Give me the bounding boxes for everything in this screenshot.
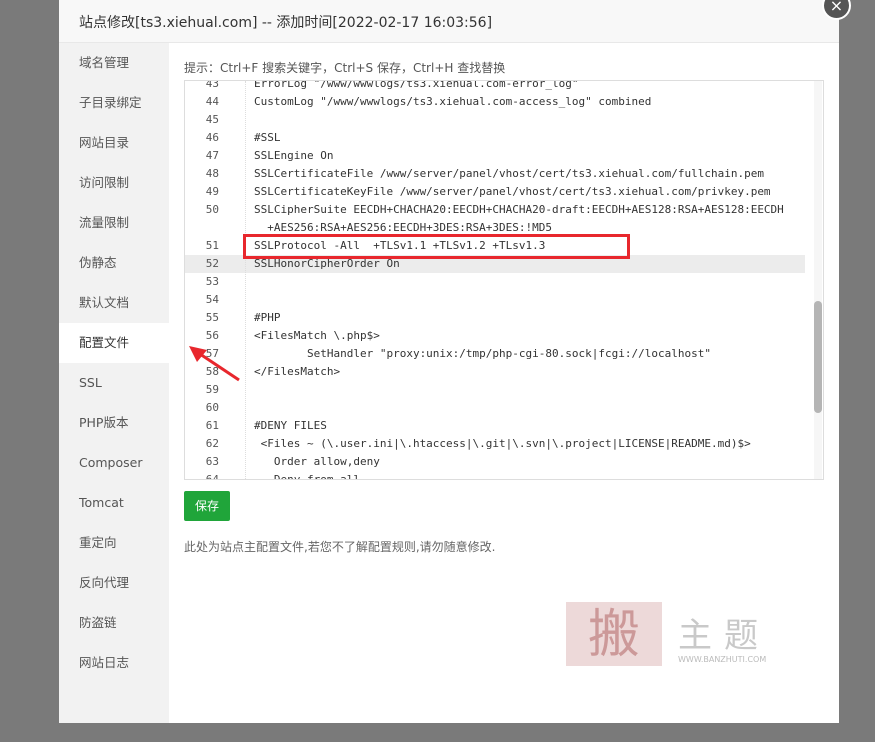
- code-text: SSLCertificateFile /www/server/panel/vho…: [254, 167, 764, 180]
- code-text: </FilesMatch>: [254, 365, 341, 378]
- line-number: 53: [205, 275, 219, 288]
- code-text: #SSL: [254, 131, 281, 144]
- modal-header: 站点修改[ts3.xiehual.com] -- 添加时间[2022-02-17…: [59, 0, 839, 43]
- code-text: SSLCertificateKeyFile /www/server/panel/…: [254, 185, 771, 198]
- editor-scrollbar-thumb[interactable]: [814, 301, 822, 413]
- line-number: 54: [205, 293, 219, 306]
- code-line[interactable]: 53: [185, 273, 805, 291]
- config-code-editor[interactable]: 64 Deny from all 63 Order allow,deny 62 <F…: [184, 80, 824, 480]
- code-line[interactable]: 45: [185, 111, 805, 129]
- sidebar-item[interactable]: 网站日志: [59, 643, 169, 683]
- line-number: 51: [205, 239, 219, 252]
- line-number: 55: [205, 311, 219, 324]
- line-number: 49: [205, 185, 219, 198]
- editor-scrollbar[interactable]: [814, 81, 822, 479]
- line-number: 47: [205, 149, 219, 162]
- sidebar-item[interactable]: 伪静态: [59, 243, 169, 283]
- code-line[interactable]: 54: [185, 291, 805, 309]
- code-line[interactable]: 56 <FilesMatch \.php$>: [185, 327, 805, 345]
- sidebar-item[interactable]: 流量限制: [59, 203, 169, 243]
- code-line[interactable]: 50 SSLCipherSuite EECDH+CHACHA20:EECDH+CH…: [185, 201, 805, 219]
- code-line[interactable]: 62 <Files ~ (\.user.ini|\.htaccess|\.git…: [185, 435, 805, 453]
- sidebar-item[interactable]: 子目录绑定: [59, 83, 169, 123]
- code-line[interactable]: 49 SSLCertificateKeyFile /www/server/pane…: [185, 183, 805, 201]
- line-number: 46: [205, 131, 219, 144]
- line-number: 61: [205, 419, 219, 432]
- site-edit-modal: 站点修改[ts3.xiehual.com] -- 添加时间[2022-02-17…: [59, 0, 839, 723]
- sidebar-item[interactable]: 配置文件: [59, 323, 169, 363]
- sidebar-item[interactable]: 反向代理: [59, 563, 169, 603]
- line-number: 48: [205, 167, 219, 180]
- code-line[interactable]: 55 #PHP: [185, 309, 805, 327]
- sidebar: 域名管理 子目录绑定 网站目录 访问限制 流量限制 伪静态 默认文档 配置文件 SSL PHP版本…: [59, 43, 169, 723]
- sidebar-item[interactable]: 重定向: [59, 523, 169, 563]
- code-line[interactable]: 61 #DENY FILES: [185, 417, 805, 435]
- code-text: #PHP: [254, 311, 281, 324]
- watermark-logo: 搬 主题 WWW.BANZHUTI.COM: [564, 600, 804, 670]
- code-line[interactable]: 57 SetHandler "proxy:unix:/tmp/php-cgi-8…: [185, 345, 805, 363]
- svg-text:搬: 搬: [588, 605, 640, 665]
- sidebar-item[interactable]: SSL: [59, 363, 169, 403]
- line-number: 64: [205, 473, 219, 480]
- editor-hint: 提示：Ctrl+F 搜索关键字，Ctrl+S 保存，Ctrl+H 查找替换: [184, 61, 506, 75]
- watermark-url: WWW.BANZHUTI.COM: [678, 655, 767, 664]
- line-number: 62: [205, 437, 219, 450]
- line-number: 44: [205, 95, 219, 108]
- code-line[interactable]: 63 Order allow,deny: [185, 453, 805, 471]
- line-number: 45: [205, 113, 219, 126]
- code-text: SetHandler "proxy:unix:/tmp/php-cgi-80.s…: [254, 347, 711, 360]
- code-line[interactable]: 64 Deny from all: [185, 471, 805, 480]
- config-warning-note: 此处为站点主配置文件,若您不了解配置规则,请勿随意修改.: [184, 540, 496, 554]
- sidebar-item[interactable]: Composer: [59, 443, 169, 483]
- code-text: ErrorLog "/www/wwwlogs/ts3.xiehual.com-e…: [254, 80, 579, 90]
- line-number: 50: [205, 203, 219, 216]
- sidebar-item[interactable]: 访问限制: [59, 163, 169, 203]
- indent-guide: [245, 81, 247, 479]
- sidebar-item[interactable]: 防盗链: [59, 603, 169, 643]
- annotation-highlight-box: [243, 234, 630, 259]
- code-line[interactable]: 46 #SSL: [185, 129, 805, 147]
- line-number: 43: [205, 80, 219, 90]
- save-button[interactable]: 保存: [184, 491, 230, 521]
- watermark-seal-icon: 搬: [566, 602, 662, 666]
- line-number: 52: [205, 257, 219, 270]
- modal-title: 站点修改[ts3.xiehual.com] -- 添加时间[2022-02-17…: [79, 15, 493, 31]
- code-text: Order allow,deny: [254, 455, 380, 468]
- annotation-arrow-icon: [189, 346, 240, 382]
- code-text: CustomLog "/www/wwwlogs/ts3.xiehual.com-…: [254, 95, 652, 108]
- line-number: 63: [205, 455, 219, 468]
- code-line[interactable]: 43 ErrorLog "/www/wwwlogs/ts3.xiehual.com…: [185, 80, 805, 93]
- sidebar-item[interactable]: 域名管理: [59, 43, 169, 83]
- sidebar-item[interactable]: 网站目录: [59, 123, 169, 163]
- code-text: #DENY FILES: [254, 419, 327, 432]
- code-line[interactable]: 47 SSLEngine On: [185, 147, 805, 165]
- sidebar-item[interactable]: Tomcat: [59, 483, 169, 523]
- line-number: 60: [205, 401, 219, 414]
- code-text: <Files ~ (\.user.ini|\.htaccess|\.git|\.…: [254, 437, 751, 450]
- code-text: Deny from all: [254, 473, 360, 480]
- code-text: SSLEngine On: [254, 149, 334, 162]
- code-line[interactable]: 44 CustomLog "/www/wwwlogs/ts3.xiehual.co…: [185, 93, 805, 111]
- code-line[interactable]: 59: [185, 381, 805, 399]
- watermark-title: 主题: [678, 616, 770, 656]
- code-line[interactable]: 60: [185, 399, 805, 417]
- sidebar-item[interactable]: PHP版本: [59, 403, 169, 443]
- code-line[interactable]: 48 SSLCertificateFile /www/server/panel/v…: [185, 165, 805, 183]
- sidebar-item[interactable]: 默认文档: [59, 283, 169, 323]
- code-text: <FilesMatch \.php$>: [254, 329, 380, 342]
- code-text: SSLCipherSuite EECDH+CHACHA20:EECDH+CHAC…: [254, 203, 784, 216]
- code-line[interactable]: 58 </FilesMatch>: [185, 363, 805, 381]
